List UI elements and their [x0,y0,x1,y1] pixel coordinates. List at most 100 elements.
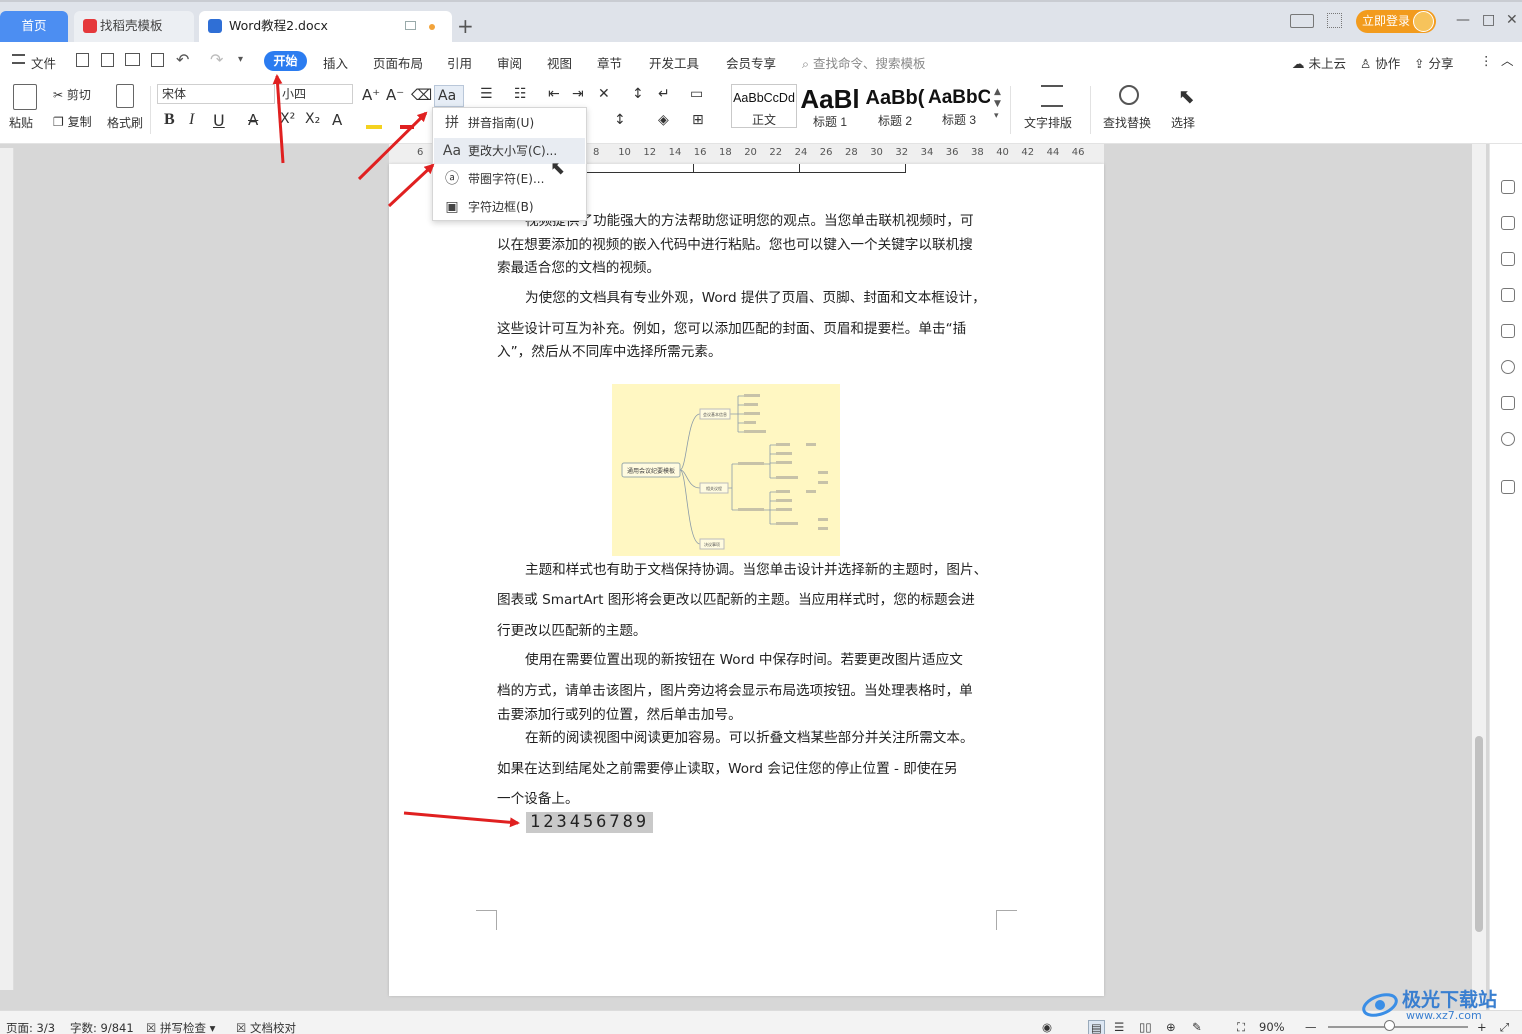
menu-review[interactable]: 审阅 [497,53,522,72]
shrink-font-icon[interactable]: A⁻ [386,86,404,104]
hamburger-icon[interactable] [12,54,25,64]
increase-indent-icon[interactable]: ⇥ [572,86,584,102]
help-icon[interactable] [1501,432,1515,446]
print-preview-icon[interactable] [151,53,164,67]
spell-check-button[interactable]: ☒ 拼写检查 ▾ [146,1020,215,1034]
vertical-ruler[interactable] [0,148,14,990]
sort-icon[interactable]: ↕ [632,86,644,102]
clear-format-icon[interactable]: ⌫ [411,86,432,104]
chinese-layout-icon[interactable]: ✕ [598,86,610,102]
find-replace-button[interactable]: 查找替换 [1103,114,1151,131]
menu-start[interactable]: 开始 [264,51,307,71]
menu-references[interactable]: 引用 [447,53,472,72]
magnifier-icon[interactable] [1119,85,1139,105]
style-normal[interactable]: AaBbCcDd 正文 [731,84,797,128]
pen-view-icon[interactable]: ✎ [1192,1020,1202,1034]
superscript-icon[interactable]: X² [280,111,295,127]
more-icon[interactable]: ⋮ [1480,53,1493,68]
pointer-icon[interactable] [1501,252,1515,266]
cursor-select-icon[interactable]: ⬉ [1178,84,1195,108]
doc-check-button[interactable]: ☒ 文档校对 [236,1020,296,1034]
layout-icon[interactable] [1290,14,1314,28]
menu-member[interactable]: 会员专享 [726,53,776,72]
collapse-ribbon-icon[interactable]: ︿ [1501,50,1514,69]
paste-icon[interactable] [13,84,37,110]
select-button[interactable]: 选择 [1171,114,1195,131]
change-case-button[interactable]: Aa [434,85,464,107]
bullet-list-icon[interactable]: ☰ [480,86,493,102]
highlight-icon[interactable] [366,113,382,129]
zoom-out-icon[interactable]: — [1305,1020,1317,1034]
tab-document[interactable]: Word教程2.docx [199,11,452,42]
word-count[interactable]: 字数: 9/841 [70,1020,134,1034]
sliders-icon[interactable] [1501,288,1515,302]
print-icon[interactable] [125,53,140,66]
menu-page-layout[interactable]: 页面布局 [373,53,423,72]
text-layout-button[interactable]: 文字排版 [1024,114,1072,131]
style-heading-2[interactable]: AaBb( 标题 2 [864,84,926,128]
menu-chapter[interactable]: 章节 [597,53,622,72]
mindmap-image[interactable]: 通用会议纪要模板 会议基本信息 相关议程 决议事项 [612,384,840,556]
bold-icon[interactable]: B [164,111,175,129]
shading-icon[interactable]: ◈ [658,112,669,128]
menu-insert[interactable]: 插入 [323,53,348,72]
screen-icon[interactable] [405,21,416,30]
font-size-select[interactable]: 小四 [277,84,353,104]
close-button[interactable]: ✕ [1506,12,1518,28]
save-icon[interactable] [76,53,89,67]
menu-item-pinyin-guide[interactable]: 拼 拼音指南(U) [434,110,585,136]
new-tab-button[interactable]: + [457,14,474,38]
menu-developer[interactable]: 开发工具 [649,53,699,72]
collaborate-button[interactable]: ♙ 协作 [1360,53,1400,72]
location-icon[interactable] [1501,360,1515,374]
show-marks-icon[interactable]: ↵ [658,86,670,102]
eye-protection-icon[interactable]: ◉ [1042,1020,1052,1034]
menu-view[interactable]: 视图 [547,53,572,72]
share-button[interactable]: ⇪ 分享 [1414,53,1453,72]
login-button[interactable]: 立即登录 [1356,10,1436,33]
outline-view-icon[interactable]: ☰ [1114,1020,1124,1034]
book-icon[interactable] [1501,396,1515,410]
cloud-status[interactable]: ☁ 未上云 [1292,53,1346,72]
tab-template[interactable]: 找稻壳模板 [74,11,194,42]
reading-view-icon[interactable]: ▯▯ [1139,1020,1152,1034]
scrollbar-thumb[interactable] [1475,736,1483,932]
styles-scroll-icon[interactable]: ▲ ▼ ▾ [994,86,1001,122]
page-view-icon[interactable]: ▤ [1088,1020,1105,1034]
apps-grid-icon[interactable] [1327,13,1342,28]
minimize-button[interactable]: — [1456,12,1470,28]
font-color-icon[interactable] [400,113,414,129]
pen-icon[interactable] [1501,216,1515,230]
quick-access-dropdown-icon[interactable]: ▾ [238,54,243,65]
text-effect-icon[interactable]: A [332,111,342,129]
style-heading-3[interactable]: AaBbC 标题 3 [928,84,990,128]
page-count[interactable]: 页面: 3/3 [6,1020,55,1034]
format-painter-icon[interactable] [116,84,134,108]
underline-icon[interactable]: U [213,111,225,130]
subscript-icon[interactable]: X₂ [305,111,320,127]
numbered-list-icon[interactable]: ☷ [514,86,527,102]
cut-button[interactable]: ✂ 剪切 [53,86,91,103]
tab-home[interactable]: 首页 [0,11,68,42]
font-name-select[interactable]: 宋体 [157,84,275,104]
undo-icon[interactable]: ↶ [176,50,189,69]
copy-button[interactable]: ❐ 复制 [53,113,92,130]
menu-item-character-border[interactable]: ▣ 字符边框(B) [434,194,585,220]
export-pdf-icon[interactable] [101,53,114,67]
web-view-icon[interactable]: ⊕ [1166,1020,1176,1034]
fit-page-icon[interactable]: ⛶ [1237,1020,1245,1034]
menu-file[interactable]: 文件 [31,53,56,72]
rocket-icon[interactable] [1501,180,1515,194]
command-search[interactable]: ⌕ 查找命令、搜索模板 [802,53,926,72]
paste-button[interactable]: 粘贴 [9,114,33,131]
borders-icon[interactable]: ⊞ [692,112,704,128]
maximize-button[interactable]: □ [1482,12,1495,28]
style-heading-1[interactable]: AaBl 标题 1 [799,84,861,129]
list-settings-icon[interactable] [1501,480,1515,494]
line-spacing-icon[interactable]: ↕ [614,112,626,128]
strikethrough-icon[interactable]: A [248,111,258,129]
redo-icon[interactable]: ↷ [210,50,223,69]
decrease-indent-icon[interactable]: ⇤ [548,86,560,102]
ruler-toggle-icon[interactable]: ▭ [690,86,703,102]
grow-font-icon[interactable]: A⁺ [362,86,380,104]
